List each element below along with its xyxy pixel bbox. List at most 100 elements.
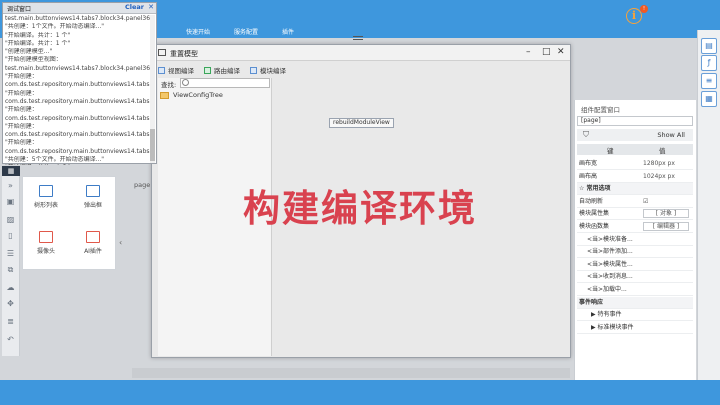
function-icon[interactable]: ƒ — [701, 55, 717, 71]
config-table-header: 键 值 — [577, 144, 693, 155]
debug-log-line: "共创建：5个文件。开始动态编译..." — [5, 156, 105, 164]
debug-log-line: "创建创建模型..." — [5, 48, 53, 56]
tab-label: 模块编译 — [260, 67, 286, 75]
tree-item-label: ViewConfigTree — [173, 91, 223, 99]
component-config-panel: 组件配置窗口 [page] ⛉ Show All 键 值 画布宽 1280px p… — [574, 100, 696, 380]
notification-badge: ! — [640, 5, 648, 13]
tab-view-compile[interactable]: 视图编译 — [158, 65, 194, 75]
main-menu: 快速开始 服务配置 插件 — [186, 27, 294, 37]
tree-item[interactable]: ViewConfigTree — [160, 91, 223, 99]
key-column-header: 键 — [607, 147, 614, 155]
tooltip: rebuildModuleView — [329, 118, 394, 128]
debug-log-line: "开始编译。共计：1 个" — [5, 39, 71, 47]
puzzle-icon[interactable]: ✥ — [5, 298, 16, 309]
settings-list-icon[interactable]: ≣ — [5, 316, 16, 327]
menu-item-plugins[interactable]: 插件 — [282, 27, 294, 37]
config-row-key: <当>加载中... — [587, 286, 627, 293]
folder-icon — [160, 91, 169, 99]
menu-item-quick-start[interactable]: 快速开始 — [186, 27, 210, 37]
debug-log-line: "开始创建： — [5, 106, 38, 114]
window-icon — [158, 49, 166, 56]
overlay-caption: 构建编译环境 — [243, 187, 477, 230]
debug-log-line: com.ds.test.repository.main.buttonviews1… — [5, 97, 151, 105]
camera-icon — [39, 231, 53, 243]
debug-window-title: 调试窗口 — [7, 6, 32, 13]
debug-log-line: test.main.buttonviews14.tabs7.block34.pa… — [5, 64, 151, 72]
debug-log-line: "开始编译。共计：4 个" — [5, 164, 151, 165]
debug-log-line: test.main.buttonviews14.tabs7.block34.pa… — [5, 15, 151, 22]
link-icon[interactable]: ⧉ — [5, 264, 16, 275]
debug-log-line: "开始创建： — [5, 89, 38, 97]
search-label: 查找: — [161, 81, 177, 89]
debug-window: 调试窗口 Clear ✕ test.main.buttonviews14.tab… — [2, 2, 157, 165]
view-compile-icon — [158, 66, 165, 74]
debug-log-line: "开始创建： — [5, 139, 38, 147]
config-row-key: 事件响应 — [579, 298, 604, 306]
ai-plugin-icon — [86, 231, 100, 243]
config-panel-title: 组件配置窗口 — [581, 106, 620, 114]
config-row[interactable]: 事件响应 — [577, 296, 693, 309]
tab-label: 路由编译 — [214, 67, 240, 75]
database-icon[interactable]: ≡ — [701, 73, 717, 89]
debug-log-line: com.ds.test.repository.main.buttonviews1… — [5, 81, 151, 89]
config-row[interactable]: <当>收到消息... — [577, 271, 693, 284]
config-row[interactable]: ▶ 标准模块事件 — [577, 322, 693, 334]
config-row-key: ▶ 特有事件 — [591, 311, 622, 319]
undo-icon[interactable]: ↶ — [5, 334, 16, 345]
layers-icon[interactable]: ▤ — [701, 38, 717, 54]
config-row-key: <当>模块准备... — [587, 235, 633, 243]
horizontal-scroll-strip[interactable] — [132, 368, 570, 378]
config-row-key: <当>收到消息... — [587, 273, 633, 281]
tab-route-compile[interactable]: 路由编译 — [204, 65, 240, 75]
debug-log-line: com.ds.test.repository.main.buttonviews1… — [5, 114, 151, 122]
collapse-panel-icon[interactable]: ‹ — [119, 238, 122, 247]
menu-item-service-config[interactable]: 服务配置 — [234, 27, 258, 37]
tab-label: 视图编译 — [168, 67, 194, 75]
debug-log-list: test.main.buttonviews14.tabs7.block34.pa… — [5, 15, 151, 165]
debug-log-line: "开始创建： — [5, 73, 38, 81]
config-row[interactable]: <当>模块准备... — [577, 234, 693, 246]
config-filter-bar: ⛉ Show All — [577, 129, 693, 141]
debug-clear-button[interactable]: Clear — [125, 3, 144, 11]
debug-log-line: "共创建：1个文件。开始动态编译..." — [5, 23, 105, 31]
debug-log-line: "开始创建： — [5, 122, 38, 130]
debug-close-button[interactable]: ✕ — [148, 3, 154, 11]
filter-icon[interactable]: ⛉ — [583, 130, 589, 140]
cloud-icon[interactable]: ☁ — [5, 282, 16, 293]
maximize-button[interactable]: □ — [542, 47, 551, 57]
debug-log-line: com.ds.test.repository.main.buttonviews1… — [5, 147, 151, 155]
config-row-key: 画布宽 — [579, 160, 598, 167]
config-row-value: 1280px px — [643, 160, 675, 167]
tab-module-compile[interactable]: 模块编译 — [250, 65, 286, 75]
module-compile-icon — [250, 66, 257, 74]
route-compile-icon — [204, 66, 211, 74]
dialog-title: 重置模型 — [170, 50, 198, 58]
dialog-tabs: 视图编译 路由编译 模块编译 — [158, 65, 286, 75]
search-icon — [182, 79, 189, 86]
drag-handle-icon[interactable] — [353, 36, 363, 40]
list-icon[interactable]: ☰ — [5, 248, 16, 259]
component-label: AI插件 — [84, 248, 102, 255]
debug-scrollbar[interactable] — [150, 15, 155, 163]
debug-log-line: "开始编译。共计：1 个" — [5, 31, 71, 39]
bottom-status-bar — [0, 380, 720, 405]
minimize-button[interactable]: – — [526, 47, 531, 57]
grid-icon[interactable]: ▦ — [701, 91, 717, 107]
debug-window-titlebar[interactable]: 调试窗口 Clear ✕ — [3, 3, 156, 14]
dialog-titlebar[interactable]: 重置模型 – □ ✕ — [152, 45, 570, 61]
component-panel-toggle[interactable]: ▦ — [2, 166, 20, 176]
show-all-toggle[interactable]: Show All — [657, 131, 685, 139]
debug-log-line: "开始创建模型视图： — [5, 56, 62, 64]
config-target-field[interactable]: [page] — [577, 116, 693, 126]
search-input[interactable] — [180, 78, 270, 88]
config-row[interactable]: <当>模块属性... — [577, 259, 693, 271]
close-button[interactable]: ✕ — [557, 47, 565, 57]
component-label: 摄像头 — [36, 248, 55, 255]
config-row[interactable]: ▶ 特有事件 — [577, 309, 693, 322]
config-row[interactable]: <当>部件添加... — [577, 246, 693, 259]
value-column-header: 值 — [659, 147, 666, 155]
config-row[interactable]: <当>加载中... — [577, 284, 693, 296]
config-row[interactable]: 画布宽 1280px px — [577, 158, 693, 170]
debug-scroll-thumb[interactable] — [150, 129, 155, 161]
config-row-key: <当>模块属性... — [587, 260, 633, 268]
